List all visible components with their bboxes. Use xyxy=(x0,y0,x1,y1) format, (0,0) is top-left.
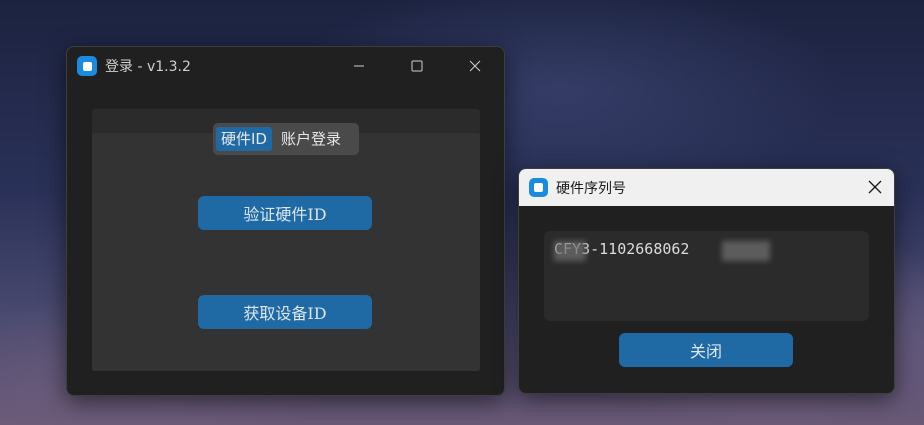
close-button[interactable] xyxy=(446,47,504,85)
maximize-icon xyxy=(411,60,423,72)
tab-selector: 硬件ID 账户登录 xyxy=(213,123,359,155)
serial-close-x-button[interactable] xyxy=(868,179,882,198)
tab-account-login[interactable]: 账户登录 xyxy=(276,127,346,151)
serial-textbox[interactable]: CFY3-1102668062 xyxy=(544,231,869,321)
minimize-button[interactable] xyxy=(330,47,388,85)
app-icon xyxy=(529,178,548,197)
login-window: 登录 - v1.3.2 硬件ID 账户登录 验证硬件ID 获取设备ID xyxy=(66,46,505,396)
tab-hardware-id[interactable]: 硬件ID xyxy=(216,127,272,151)
app-icon xyxy=(77,56,97,76)
redaction-blur-right xyxy=(722,241,770,261)
close-icon xyxy=(868,180,882,194)
verify-hardware-id-button[interactable]: 验证硬件ID xyxy=(198,196,372,230)
hardware-serial-window: 硬件序列号 CFY3-1102668062 关闭 xyxy=(518,168,895,394)
login-window-title: 登录 - v1.3.2 xyxy=(105,59,191,75)
close-button[interactable]: 关闭 xyxy=(619,333,793,367)
close-icon xyxy=(469,60,481,72)
window-controls xyxy=(330,47,504,85)
redaction-blur-left xyxy=(554,241,586,261)
get-device-id-button[interactable]: 获取设备ID xyxy=(198,295,372,329)
minimize-icon xyxy=(354,65,364,67)
login-titlebar[interactable]: 登录 - v1.3.2 xyxy=(67,47,504,85)
tab-content-panel xyxy=(92,133,480,371)
maximize-button[interactable] xyxy=(388,47,446,85)
serial-titlebar[interactable]: 硬件序列号 xyxy=(519,169,894,206)
serial-window-title: 硬件序列号 xyxy=(556,180,626,197)
